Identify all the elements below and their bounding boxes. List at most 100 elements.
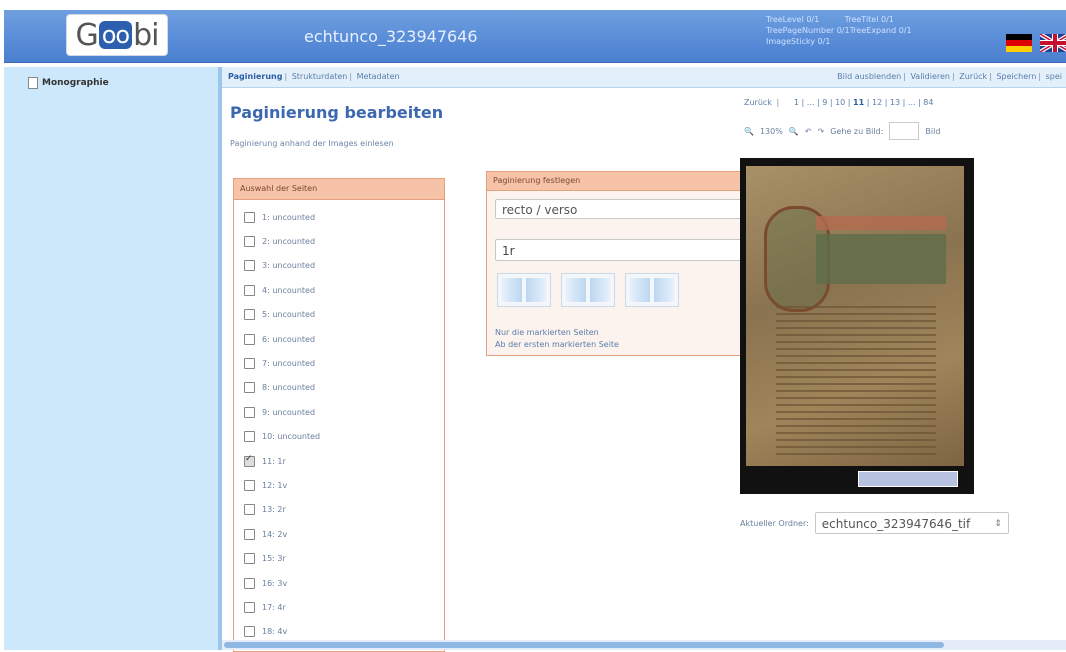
pager-back-link[interactable]: Zurück [744, 98, 772, 107]
page-checkbox[interactable] [244, 431, 255, 443]
tab-metadaten[interactable]: Metadaten [357, 72, 400, 81]
view-tabs: Paginierung | Strukturdaten | Metadaten [228, 72, 400, 81]
pagination-type-select[interactable]: recto / verso ⇕ [495, 199, 757, 219]
page-row[interactable]: 16: 3v [244, 571, 320, 595]
page-checkbox[interactable] [244, 260, 255, 272]
flag-de-icon[interactable] [1006, 34, 1032, 52]
page-row[interactable]: 5: uncounted [244, 303, 320, 327]
tab-strukturdaten[interactable]: Strukturdaten [292, 72, 348, 81]
top-toolbar: Paginierung | Strukturdaten | Metadaten Bi… [222, 67, 1066, 88]
pager-current-page: 11 [853, 98, 865, 107]
horizontal-scrollbar[interactable] [222, 640, 1066, 650]
page-row[interactable]: 4: uncounted [244, 278, 320, 302]
apply-marked-pages-link[interactable]: Nur die markierten Seiten [495, 328, 599, 337]
page-checkbox[interactable] [244, 333, 255, 345]
logo-text-right: bi [133, 17, 159, 53]
page-checkbox[interactable] [244, 309, 255, 321]
pagination-type-value: recto / verso [502, 203, 578, 217]
page-checkbox[interactable] [244, 479, 255, 491]
page-row[interactable]: 14: 2v [244, 522, 320, 546]
tree-node-monographie[interactable]: Monographie [28, 77, 109, 89]
page-row[interactable]: 15: 3r [244, 546, 320, 570]
page-checkbox[interactable] [244, 577, 255, 589]
pager-pages-after[interactable]: | 12 | 13 | ... | 84 [867, 98, 934, 107]
zoom-level: 130% [759, 126, 783, 136]
goto-image-input[interactable] [889, 122, 920, 140]
image-label: Bild [925, 126, 941, 136]
page-label: 1: uncounted [262, 212, 316, 222]
apply-from-first-link[interactable]: Ab der ersten markierten Seite [495, 340, 619, 349]
page-right-icon [590, 278, 610, 302]
page-checkbox[interactable] [244, 626, 255, 638]
page-checkbox[interactable] [244, 382, 255, 394]
zoom-out-icon[interactable]: 🔍 [744, 127, 754, 136]
page-row[interactable]: 9: uncounted [244, 400, 320, 424]
start-value-input[interactable]: 1r [495, 239, 757, 261]
page-label: 13: 2r [262, 505, 286, 515]
text-block [776, 306, 936, 456]
page-label: 3: uncounted [262, 261, 316, 271]
page-row[interactable]: 10: uncounted [244, 425, 320, 449]
read-pagination-link[interactable]: Paginierung anhand der Images einlesen [230, 139, 394, 148]
save-exit-link[interactable]: spei [1046, 72, 1062, 81]
page-checkbox[interactable] [244, 358, 255, 370]
tree-node-label: Monographie [42, 78, 109, 88]
goobi-logo[interactable]: Goo bi [66, 14, 168, 56]
decorated-band [816, 216, 946, 230]
page-label: 4: uncounted [262, 285, 316, 295]
pagination-panel: Paginierung festlegen recto / verso ⇕ 1r… [486, 171, 773, 356]
splitter[interactable] [218, 67, 222, 650]
page-checkbox[interactable] [244, 454, 255, 467]
page-checkbox[interactable] [244, 236, 255, 248]
pager-pages-before[interactable]: 1 | ... | 9 | 10 | [794, 98, 851, 107]
page-label: 12: 1v [262, 480, 288, 490]
scrollbar-thumb[interactable] [224, 642, 944, 648]
page-checkbox[interactable] [244, 504, 255, 516]
mode-double-page-button[interactable] [497, 273, 551, 307]
select-arrows-icon: ⇕ [994, 519, 1002, 529]
page-row[interactable]: 3: uncounted [244, 254, 320, 278]
page-checkbox[interactable] [244, 406, 255, 418]
page-label: 10: uncounted [262, 432, 321, 442]
page-row[interactable]: 7: uncounted [244, 351, 320, 375]
page-checkbox[interactable] [244, 528, 255, 540]
tab-paginierung[interactable]: Paginierung [228, 72, 282, 81]
back-link[interactable]: Zurück [959, 72, 987, 81]
image-pager: Zurück | 1 | ... | 9 | 10 | 11 | 12 | 13… [744, 98, 934, 107]
tree-title: TreeTitel 0/1 [844, 15, 894, 24]
pagination-title: Paginierung festlegen [487, 172, 772, 191]
save-link[interactable]: Speichern [996, 72, 1036, 81]
page-checkbox[interactable] [244, 284, 255, 296]
validate-link[interactable]: Validieren [910, 72, 950, 81]
folder-row: Aktueller Ordner: echtunco_323947646_tif… [740, 512, 1009, 534]
page-right-icon [526, 278, 546, 302]
mode-columns-button[interactable] [561, 273, 615, 307]
page-left-icon [566, 278, 586, 302]
page-row[interactable]: 8: uncounted [244, 376, 320, 400]
tree-page-number: TreePageNumber 0/1TreeExpand 0/1 [766, 26, 912, 35]
zoom-in-icon[interactable]: 🔍 [789, 127, 799, 136]
page-row[interactable]: 17: 4r [244, 595, 320, 619]
page-row[interactable]: 12: 1v [244, 473, 320, 497]
page-checkbox[interactable] [244, 553, 255, 565]
page-row[interactable]: 1: uncounted [244, 205, 320, 229]
page-row[interactable]: 2: uncounted [244, 229, 320, 253]
page-checkbox[interactable] [244, 211, 255, 223]
page-row[interactable]: 13: 2r [244, 498, 320, 522]
mode-single-page-button[interactable] [625, 273, 679, 307]
page-list: 1: uncounted 2: uncounted 3: uncounted 4: u… [244, 205, 320, 644]
folder-select[interactable]: echtunco_323947646_tif ⇕ [814, 512, 1009, 534]
page-checkbox[interactable] [244, 601, 255, 613]
page-row[interactable]: 6: uncounted [244, 327, 320, 351]
image-toolbar: 🔍 130% 🔍 ↶ ↷ Gehe zu Bild: Bild [744, 122, 940, 140]
logo-oo: oo [98, 21, 133, 49]
logo-text-left: G [75, 17, 98, 53]
rotate-left-icon[interactable]: ↶ [805, 127, 812, 136]
goto-image-label: Gehe zu Bild: [830, 126, 884, 136]
flag-en-icon[interactable] [1040, 34, 1066, 52]
rotate-right-icon[interactable]: ↷ [818, 127, 825, 136]
page-row[interactable]: 11: 1r [244, 449, 320, 473]
tree-info: TreeLevel 0/1 TreeTitel 0/1 TreePageNumb… [766, 14, 1006, 47]
page-label: 17: 4r [262, 602, 286, 612]
hide-image-link[interactable]: Bild ausblenden [837, 72, 901, 81]
